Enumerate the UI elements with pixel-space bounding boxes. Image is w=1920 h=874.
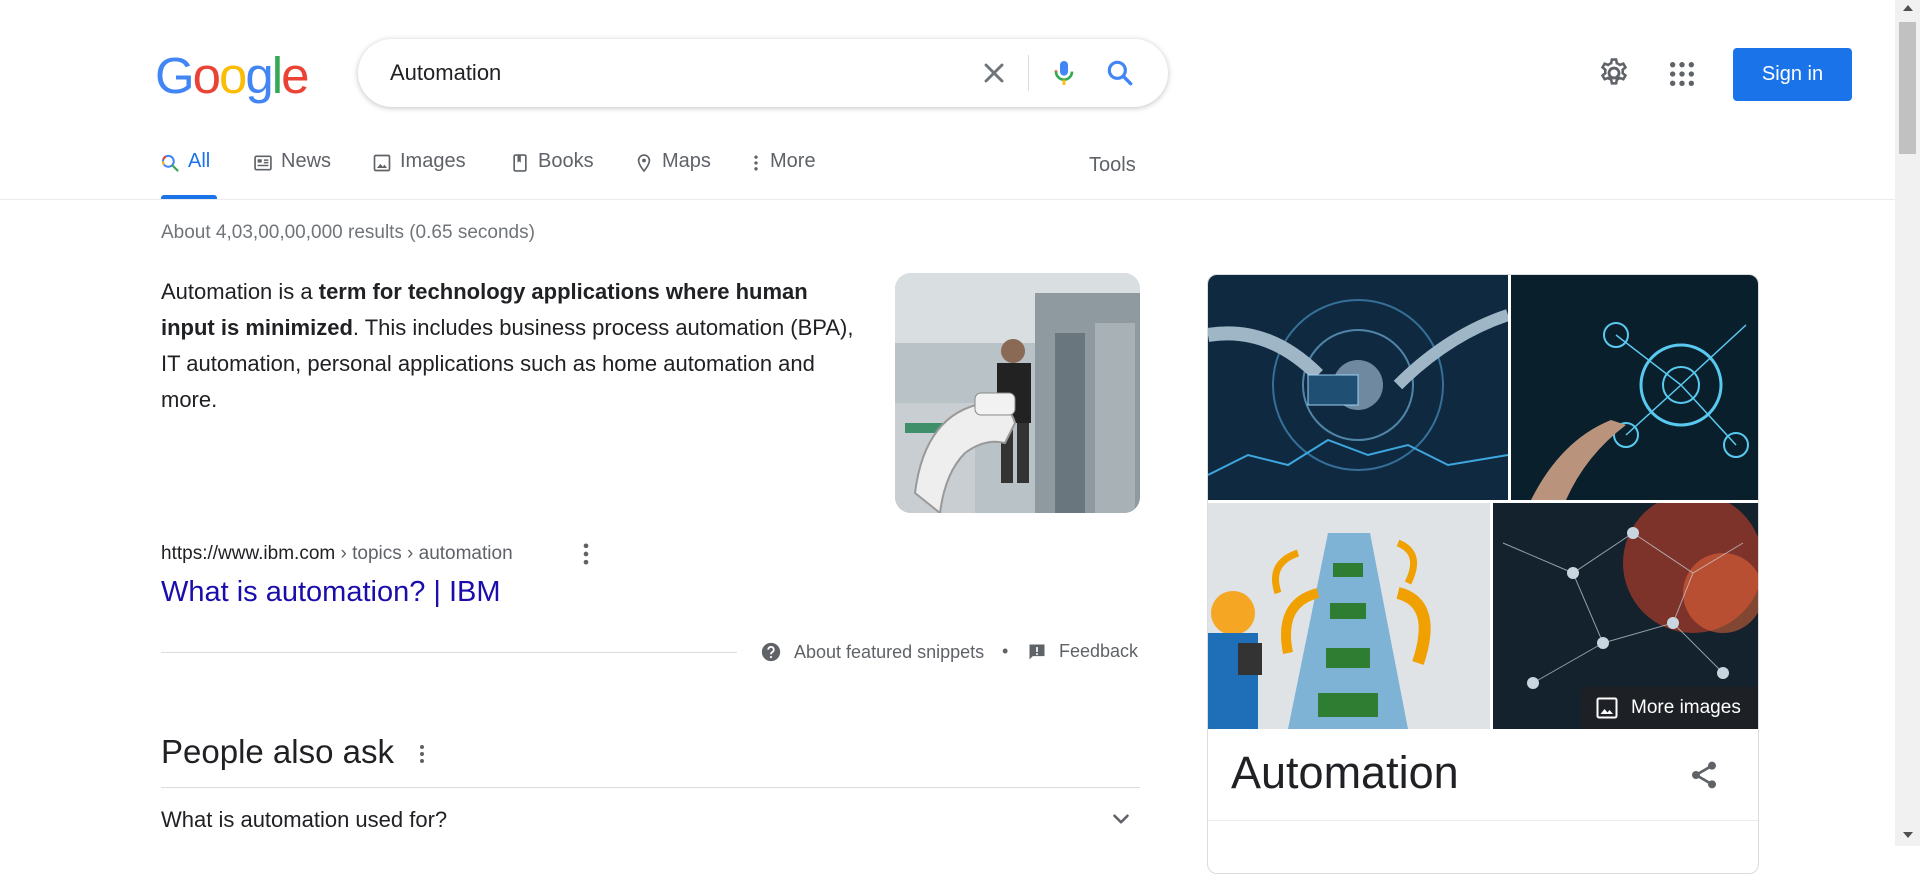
tab-label: All	[188, 150, 211, 172]
featured-snippet-text: Automation is a term for technology appl…	[161, 274, 861, 418]
snippet-intro: Automation is a	[161, 279, 319, 304]
sign-in-button[interactable]: Sign in	[1733, 48, 1852, 101]
tab-images[interactable]: Images	[372, 150, 466, 200]
tab-label: Books	[538, 150, 594, 172]
feedback-icon	[1029, 644, 1045, 659]
search-icon	[161, 154, 179, 172]
tab-label: Maps	[662, 150, 711, 172]
feedback-button[interactable]: Feedback	[1027, 641, 1138, 662]
scroll-down-arrow-icon[interactable]	[1903, 832, 1913, 838]
kp-divider	[1208, 820, 1758, 821]
tab-label: More	[770, 150, 816, 172]
tools-button[interactable]: Tools	[1089, 154, 1136, 177]
paa-question[interactable]: What is automation used for?	[161, 807, 447, 833]
image-icon	[1596, 697, 1618, 719]
tab-label: News	[281, 150, 332, 172]
logo-letter: g	[245, 47, 273, 104]
kp-image-automation-network[interactable]	[1511, 275, 1758, 500]
logo-letter: o	[219, 47, 247, 104]
image-icon	[373, 154, 391, 172]
tab-books[interactable]: Books	[510, 150, 594, 200]
snippet-divider	[161, 652, 737, 653]
cite-path: › topics › automation	[335, 543, 513, 564]
factory-worker-image	[895, 273, 1140, 513]
about-featured-snippets[interactable]: About featured snippets	[760, 641, 984, 663]
book-icon	[513, 154, 527, 172]
help-icon	[761, 642, 781, 662]
tab-more[interactable]: More	[750, 150, 816, 200]
tab-maps[interactable]: Maps	[634, 150, 711, 200]
news-icon	[254, 155, 272, 171]
tab-all[interactable]: All	[160, 150, 210, 200]
logo-letter: G	[155, 47, 195, 104]
clear-icon[interactable]	[978, 57, 1010, 89]
tab-news[interactable]: News	[253, 150, 331, 200]
microphone-icon[interactable]	[1048, 57, 1080, 89]
feedback-label: Feedback	[1059, 641, 1139, 661]
robot-tablet-image	[1208, 275, 1508, 500]
search-icon[interactable]	[1104, 57, 1136, 89]
scroll-up-arrow-icon[interactable]	[1903, 5, 1913, 11]
separator-dot: •	[1002, 641, 1009, 661]
chevron-down-icon[interactable]	[1108, 806, 1134, 832]
gear-icon[interactable]	[1597, 56, 1631, 90]
search-divider	[1028, 55, 1029, 91]
result-options-icon[interactable]	[578, 540, 594, 568]
kp-image-robot-arms-conveyor[interactable]	[1208, 503, 1490, 729]
more-images-button[interactable]: More images	[1581, 687, 1758, 729]
conveyor-robots-image	[1208, 503, 1490, 729]
map-pin-icon	[637, 154, 651, 173]
result-title-link[interactable]: What is automation? | IBM	[161, 576, 501, 609]
kp-title: Automation	[1231, 747, 1459, 798]
logo-letter: l	[271, 47, 283, 104]
snippet-image[interactable]	[895, 273, 1140, 513]
kp-image-robot-hands[interactable]	[1208, 275, 1508, 500]
more-images-label: More images	[1631, 697, 1741, 718]
logo-letter: e	[281, 47, 309, 104]
tab-label: Images	[400, 150, 466, 172]
logo-letter: o	[192, 47, 221, 104]
page-scrollbar[interactable]	[1895, 0, 1920, 846]
about-snippets-label: About featured snippets	[794, 641, 985, 662]
search-box	[358, 39, 1168, 107]
paa-divider	[161, 787, 1140, 788]
scrollbar-thumb[interactable]	[1899, 22, 1916, 154]
people-also-ask-heading: People also ask	[161, 733, 394, 770]
cite-domain: https://www.ibm.com	[161, 543, 336, 564]
search-input[interactable]	[390, 57, 950, 89]
automation-network-image	[1511, 275, 1758, 500]
share-icon[interactable]	[1688, 759, 1720, 791]
google-logo[interactable]: Google	[155, 47, 310, 104]
more-vert-icon	[754, 155, 758, 171]
result-citation[interactable]: https://www.ibm.com › topics › automatio…	[161, 543, 513, 565]
header-divider	[0, 199, 1895, 200]
paa-options-icon[interactable]	[416, 740, 428, 768]
result-stats: About 4,03,00,00,000 results (0.65 secon…	[161, 222, 535, 243]
apps-grid-icon[interactable]	[1668, 60, 1696, 88]
knowledge-panel: More images Automation	[1207, 274, 1759, 874]
